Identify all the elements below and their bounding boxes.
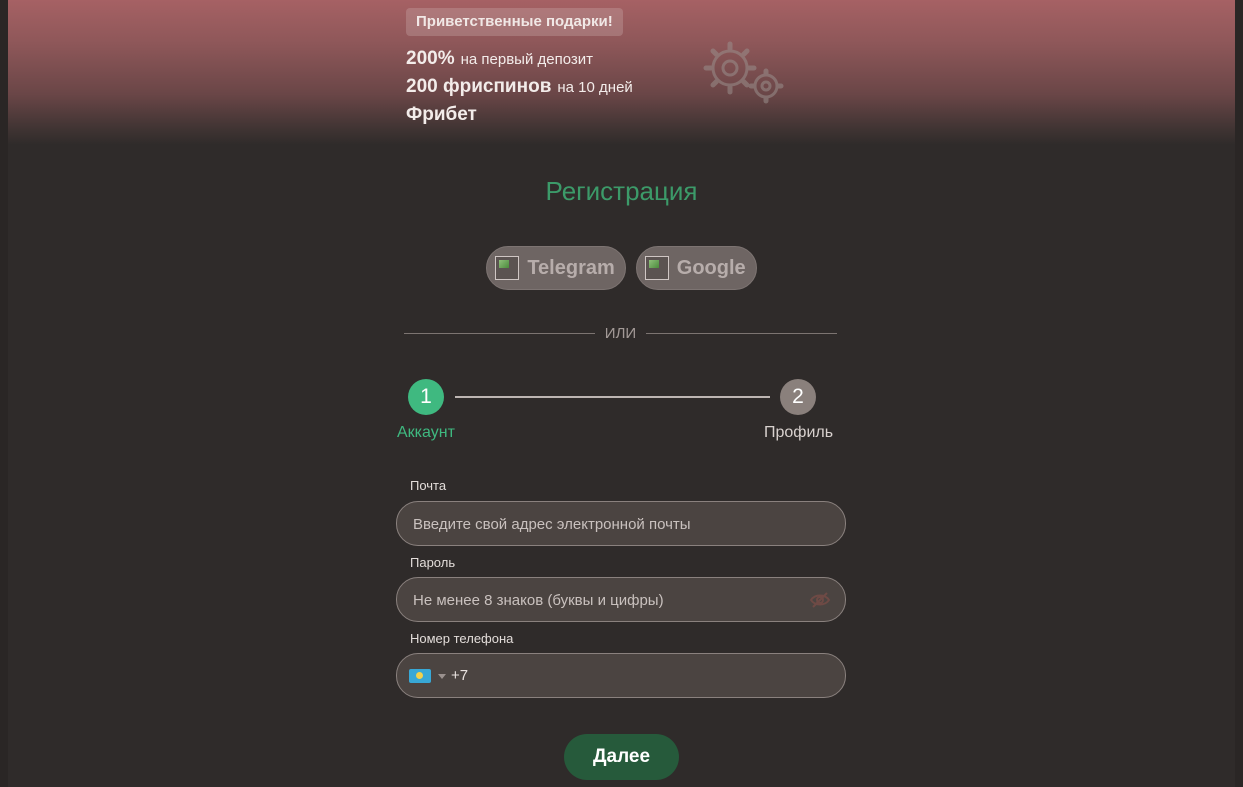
stepper-connector bbox=[455, 396, 770, 398]
password-field-wrapper bbox=[396, 577, 846, 623]
registration-title: Регистрация bbox=[545, 176, 698, 206]
registration-page: Приветственные подарки! 200% на первый де… bbox=[0, 0, 1243, 787]
email-field[interactable] bbox=[411, 502, 795, 547]
page-edge-left bbox=[0, 0, 8, 787]
promo-freebet: Фрибет bbox=[406, 104, 477, 125]
step-1-indicator: 1 bbox=[408, 379, 444, 415]
promo-deposit-text: на первый депозит bbox=[460, 51, 594, 68]
social-login-row: Telegram Google bbox=[0, 246, 1243, 290]
or-divider: ИЛИ bbox=[404, 323, 837, 343]
step-2-label: Профиль bbox=[764, 424, 834, 441]
eye-off-icon[interactable] bbox=[809, 589, 831, 611]
promo-freespins-text: на 10 дней bbox=[557, 79, 633, 96]
divider-line-left bbox=[404, 332, 595, 334]
email-field-wrapper bbox=[396, 501, 846, 547]
or-divider-label: ИЛИ bbox=[604, 324, 637, 342]
page-edge-right bbox=[1235, 0, 1243, 787]
phone-input[interactable] bbox=[411, 654, 795, 699]
phone-label: Номер телефона bbox=[410, 631, 514, 646]
google-login-button[interactable]: Google bbox=[635, 246, 757, 290]
promo-badge: Приветственные подарки! bbox=[406, 8, 623, 36]
google-icon bbox=[644, 256, 669, 280]
next-button[interactable]: Далее bbox=[564, 734, 679, 780]
password-field[interactable] bbox=[411, 578, 795, 623]
telegram-login-label: Telegram bbox=[527, 256, 615, 279]
promo-line-freespins: 200 фриспинов на 10 дней bbox=[406, 76, 633, 98]
step-2-indicator: 2 bbox=[780, 379, 816, 415]
email-label: Почта bbox=[410, 478, 447, 493]
promo-line-deposit: 200% на первый депозит bbox=[406, 48, 593, 70]
divider-line-right bbox=[646, 332, 837, 334]
phone-field-wrapper: +7 bbox=[396, 653, 846, 699]
telegram-icon bbox=[495, 256, 520, 280]
gears-icon bbox=[703, 41, 784, 104]
step-1-label: Аккаунт bbox=[397, 424, 455, 441]
password-label: Пароль bbox=[410, 555, 456, 570]
promo-freespins-amount: 200 фриспинов bbox=[406, 76, 552, 97]
telegram-login-button[interactable]: Telegram bbox=[486, 246, 626, 290]
google-login-label: Google bbox=[676, 256, 746, 279]
promo-deposit-amount: 200% bbox=[406, 48, 455, 69]
promo-line-freebet: Фрибет bbox=[406, 104, 477, 126]
